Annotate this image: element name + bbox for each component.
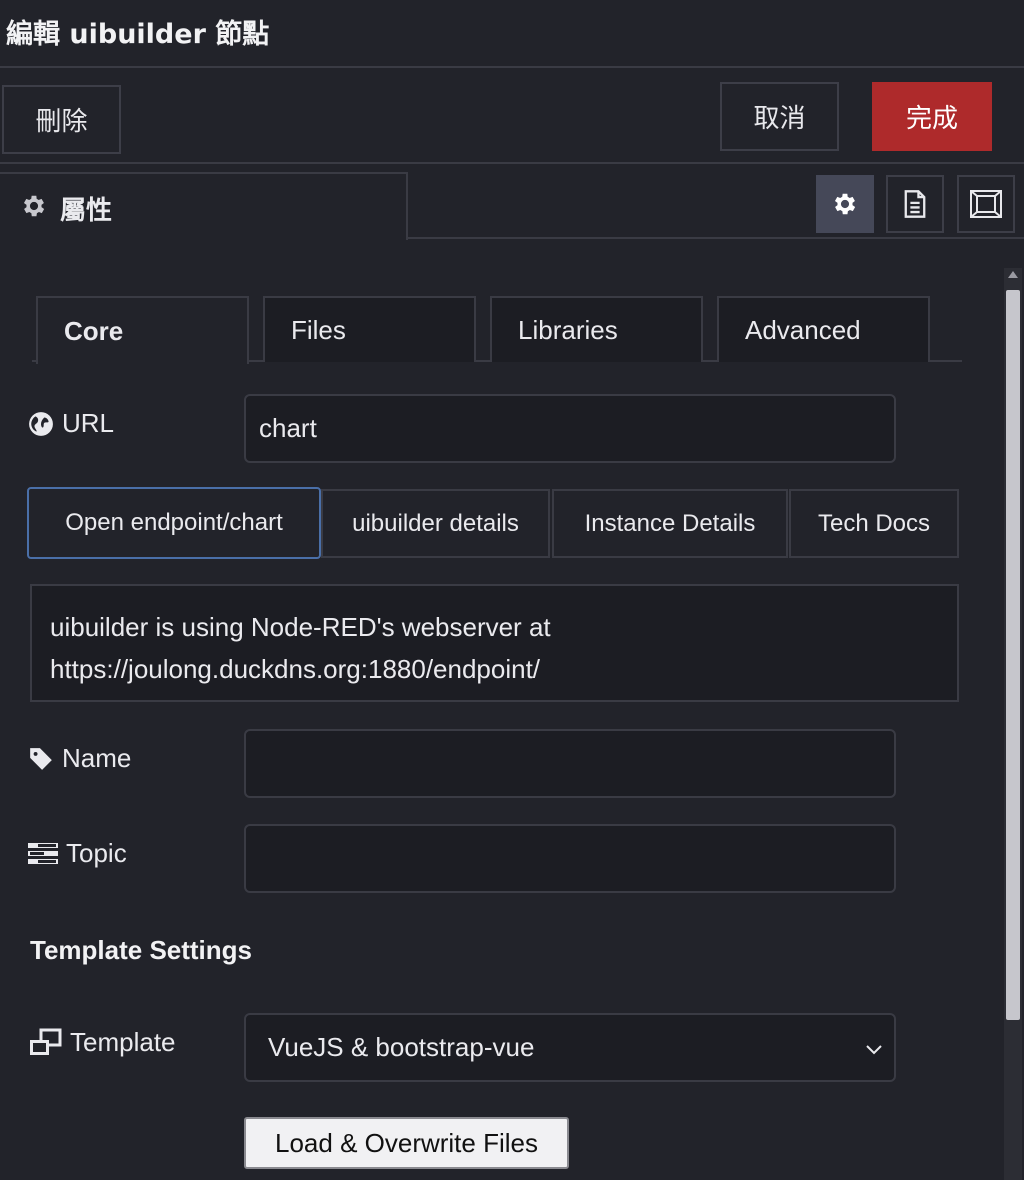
- cancel-button[interactable]: 取消: [720, 82, 839, 151]
- topic-label: Topic: [66, 838, 127, 868]
- panel-tabbar: 屬性: [0, 166, 1024, 240]
- topic-icon: [28, 842, 58, 864]
- tech-docs-button[interactable]: Tech Docs: [789, 489, 959, 558]
- scroll-up-arrow-icon[interactable]: [1008, 271, 1018, 278]
- url-input[interactable]: [244, 394, 896, 463]
- instance-details-button[interactable]: Instance Details: [552, 489, 788, 558]
- description-icon: [904, 190, 926, 218]
- template-label: Template: [70, 1027, 176, 1057]
- gear-icon: [834, 193, 856, 215]
- template-select-value: VueJS & bootstrap-vue: [268, 1032, 535, 1062]
- tab-libraries[interactable]: Libraries: [490, 296, 703, 362]
- node-description-button[interactable]: [886, 175, 944, 233]
- info-line-1: uibuilder is using Node-RED's webserver …: [50, 612, 551, 642]
- info-line-2: https://joulong.duckdns.org:1880/endpoin…: [50, 654, 541, 684]
- tab-properties-label: 屬性: [60, 196, 113, 226]
- scrollbar-thumb[interactable]: [1006, 290, 1020, 1020]
- tab-advanced[interactable]: Advanced: [717, 296, 930, 362]
- template-label-row: Template: [28, 1027, 176, 1058]
- name-input[interactable]: [244, 729, 896, 798]
- topic-input[interactable]: [244, 824, 896, 893]
- open-endpoint-button[interactable]: Open endpoint/chart: [27, 487, 321, 559]
- gear-icon: [23, 195, 45, 217]
- tag-icon: [30, 747, 52, 770]
- dialog-toolbar: 刪除 取消 完成: [0, 70, 1024, 164]
- node-properties-button[interactable]: [816, 175, 874, 233]
- uibuilder-details-button[interactable]: uibuilder details: [321, 489, 550, 558]
- tab-properties[interactable]: 屬性: [0, 172, 408, 240]
- clone-icon: [30, 1028, 62, 1055]
- chevron-down-icon: [866, 1045, 882, 1055]
- template-settings-heading: Template Settings: [30, 935, 253, 965]
- node-appearance-button[interactable]: [957, 175, 1015, 233]
- tab-files[interactable]: Files: [263, 296, 476, 362]
- dialog-title-bar: 編輯 uibuilder 節點: [0, 0, 1024, 68]
- topic-label-row: Topic: [28, 838, 127, 869]
- url-label: URL: [62, 408, 115, 438]
- name-label: Name: [62, 743, 132, 773]
- url-label-row: URL: [28, 408, 114, 439]
- tabbar-divider: [406, 237, 1024, 239]
- webserver-info-box: uibuilder is using Node-RED's webserver …: [30, 584, 959, 702]
- name-label-row: Name: [28, 743, 131, 774]
- template-select[interactable]: VueJS & bootstrap-vue: [244, 1013, 896, 1082]
- tab-core[interactable]: Core: [36, 296, 249, 364]
- appearance-icon: [970, 190, 1002, 218]
- done-button[interactable]: 完成: [872, 82, 992, 151]
- load-overwrite-files-button[interactable]: Load & Overwrite Files: [244, 1117, 569, 1169]
- delete-button[interactable]: 刪除: [2, 85, 121, 154]
- globe-icon: [29, 411, 53, 436]
- dialog-title: 編輯 uibuilder 節點: [6, 19, 270, 50]
